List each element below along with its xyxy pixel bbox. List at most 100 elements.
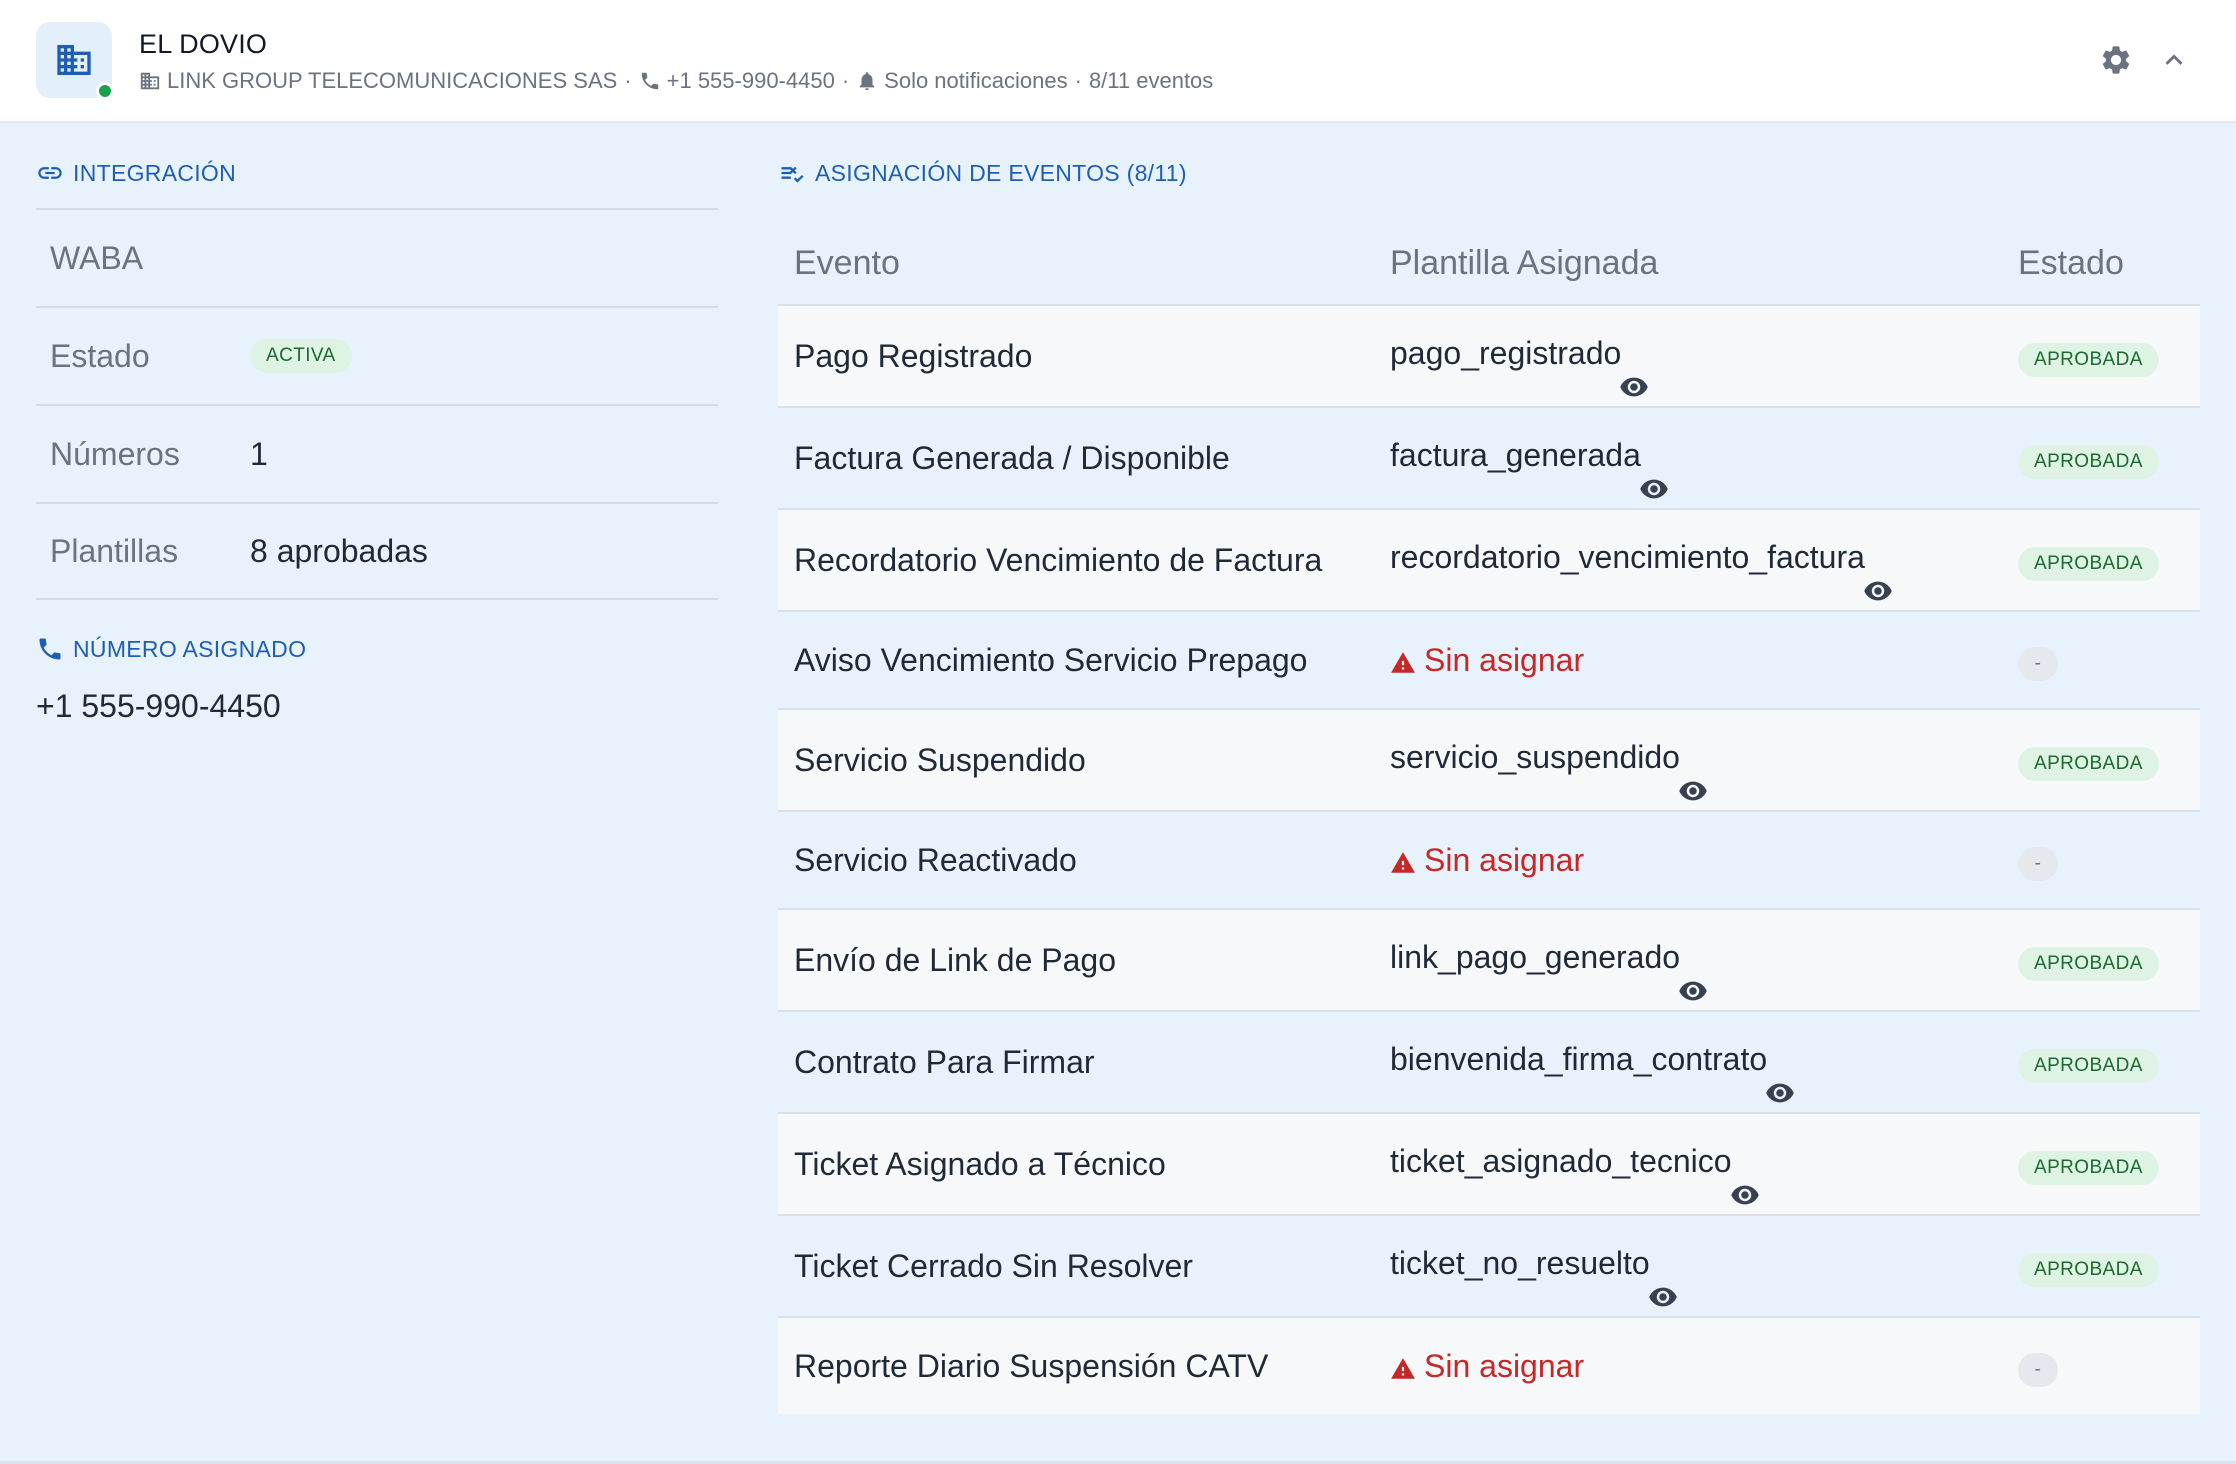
events-section-title: ASIGNACIÓN DE EVENTOS (8/11) [778,159,1187,187]
client-phone: +1 555-990-4450 [666,68,835,93]
event-row[interactable]: Servicio Reactivado Sin asignar - [778,810,2200,908]
event-name: Recordatorio Vencimiento de Factura [794,541,1323,578]
state-cell: APROBADA [2018,1144,2200,1185]
template-name: ticket_no_resuelto [1390,1244,1650,1281]
template-cell: factura_generada [1390,408,2018,508]
template-wrapper: factura_generada [1390,436,1668,498]
warning-icon [1391,652,1415,673]
integration-row-waba: WABA [36,208,718,306]
preview-template-button[interactable] [1730,1180,1760,1210]
eye-icon [1620,377,1649,396]
event-name: Contrato Para Firmar [794,1043,1095,1080]
state-cell: - [2018,1346,2200,1387]
eye-icon [1766,1083,1794,1102]
event-row[interactable]: Factura Generada / Disponible factura_gen… [778,406,2200,508]
event-row[interactable]: Envío de Link de Pago link_pago_generado A… [778,908,2200,1010]
status-badge: - [2018,646,2058,681]
eye-icon [1648,1287,1677,1306]
template-wrapper: bienvenida_firma_contrato [1390,1040,1794,1102]
template-cell: pago_registrado [1390,306,2018,406]
state-cell: APROBADA [2018,1042,2200,1083]
integration-title-text: INTEGRACIÓN [73,159,237,186]
settings-button[interactable] [2096,40,2136,80]
bell-icon [859,72,875,91]
client-header[interactable]: EL DOVIO LINK GROUP TELECOMUNICACIONES S… [0,0,2236,123]
eye-icon [1864,581,1892,600]
template-cell: Sin asignar [1390,812,2018,908]
event-row[interactable]: Aviso Vencimiento Servicio Prepago Sin as… [778,610,2200,708]
unassigned-label: Sin asignar [1424,841,1585,878]
chevron-up-icon [2165,54,2183,65]
preview-template-button[interactable] [1648,1282,1678,1312]
integration-row-estado: Estado ACTIVA [36,306,718,404]
status-badge: APROBADA [2018,1048,2159,1083]
collapse-button[interactable] [2154,40,2194,80]
meta-separator: · [624,68,632,93]
event-name: Aviso Vencimiento Servicio Prepago [794,641,1308,678]
template-wrapper: pago_registrado [1390,335,1649,396]
client-name: EL DOVIO [139,29,268,59]
template-cell: servicio_suspendido [1390,710,2018,810]
event-row[interactable]: Contrato Para Firmar bienvenida_firma_con… [778,1010,2200,1112]
event-row[interactable]: Pago Registrado pago_registrado APROBADA [778,304,2200,406]
template-name: recordatorio_vencimiento_factura [1390,538,1865,575]
event-row[interactable]: Servicio Suspendido servicio_suspendido AP… [778,708,2200,810]
integration-section-title: INTEGRACIÓN [36,159,236,187]
preview-template-button[interactable] [1678,776,1708,806]
event-row[interactable]: Recordatorio Vencimiento de Factura recor… [778,508,2200,610]
preview-template-button[interactable] [1863,576,1893,606]
template-name: servicio_suspendido [1390,738,1680,775]
warning-icon [1391,852,1415,873]
state-cell: APROBADA [2018,940,2200,981]
preview-template-button[interactable] [1765,1078,1795,1108]
state-cell: - [2018,640,2200,681]
client-meta: LINK GROUP TELECOMUNICACIONES SAS · +1 5… [139,66,1213,96]
status-badge: - [2018,846,2058,881]
status-badge: APROBADA [2018,746,2159,781]
info-label: Estado [50,337,150,374]
preview-template-button[interactable] [1678,976,1708,1006]
integration-row-plantillas: Plantillas 8 aprobadas [36,502,718,600]
event-name: Ticket Asignado a Técnico [794,1145,1166,1182]
event-name: Servicio Suspendido [794,741,1086,778]
phone-icon [39,638,61,660]
unassigned-template[interactable]: Sin asignar [1390,842,1584,879]
column-header-template: Plantilla Asignada [1390,243,1659,282]
unassigned-label: Sin asignar [1424,1347,1585,1384]
state-cell: - [2018,840,2200,881]
template-name: factura_generada [1390,436,1641,473]
state-cell: APROBADA [2018,540,2200,581]
integration-row-numeros: Números 1 [36,404,718,502]
info-label: Números [50,435,180,472]
event-row[interactable]: Ticket Asignado a Técnico ticket_asignado… [778,1112,2200,1214]
template-cell: Sin asignar [1390,612,2018,708]
client-card: EL DOVIO LINK GROUP TELECOMUNICACIONES S… [0,0,2236,1464]
preview-template-button[interactable] [1639,474,1669,504]
assigned-number-title-text: NÚMERO ASIGNADO [73,635,307,662]
template-cell: link_pago_generado [1390,910,2018,1010]
unassigned-template[interactable]: Sin asignar [1390,1348,1584,1385]
state-cell: APROBADA [2018,336,2200,377]
events-table: Evento Plantilla Asignada Estado Pago Re… [778,222,2200,1414]
link-icon [38,167,62,179]
template-name: bienvenida_firma_contrato [1390,1040,1768,1077]
status-badge: APROBADA [2018,946,2159,981]
phone-icon [641,72,658,90]
state-cell: APROBADA [2018,438,2200,479]
events-title-text: ASIGNACIÓN DE EVENTOS (8/11) [815,159,1187,186]
status-badge: APROBADA [2018,342,2159,377]
event-name: Reporte Diario Suspensión CATV [794,1347,1269,1384]
event-name: Servicio Reactivado [794,841,1077,878]
template-wrapper: link_pago_generado [1390,939,1707,1000]
template-cell: bienvenida_firma_contrato [1390,1012,2018,1112]
building-icon [140,72,160,90]
events-table-header: Evento Plantilla Asignada Estado [778,222,2200,304]
meta-separator: · [841,68,850,93]
preview-template-button[interactable] [1619,372,1649,402]
unassigned-template[interactable]: Sin asignar [1390,642,1584,679]
column-header-event: Evento [794,243,900,282]
event-row[interactable]: Ticket Cerrado Sin Resolver ticket_no_res… [778,1214,2200,1316]
event-row[interactable]: Reporte Diario Suspensión CATV Sin asigna… [778,1316,2200,1414]
template-wrapper: recordatorio_vencimiento_factura [1390,538,1892,600]
info-value: 8 aprobadas [250,532,428,569]
